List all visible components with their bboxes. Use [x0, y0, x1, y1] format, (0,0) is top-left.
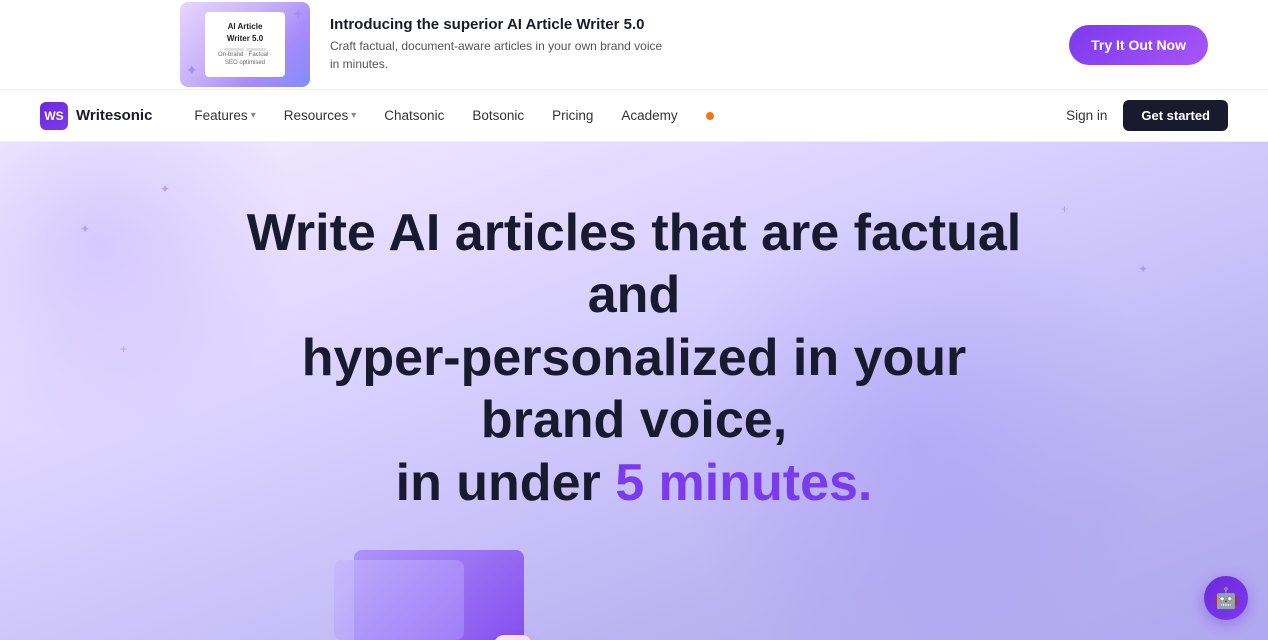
hero-title-line1: Write AI articles that are factual and: [247, 204, 1022, 324]
nav-botsonic[interactable]: Botsonic: [472, 108, 524, 123]
logo-text: Writesonic: [76, 107, 152, 124]
banner-mockup-image: AI Article Writer 5.0 On-brand · Factual…: [180, 2, 310, 87]
nav-links: Features ▾ Resources ▾ Chatsonic Botsoni…: [194, 108, 1034, 123]
hero-content: Write AI articles that are factual and h…: [0, 142, 1268, 514]
hero-title-highlight: 5 minutes.: [615, 454, 872, 512]
resources-chevron-icon: ▾: [351, 110, 356, 121]
mockup-sub: On-brand · Factual · SEO optimised: [211, 51, 279, 68]
nav-resources[interactable]: Resources ▾: [284, 108, 357, 123]
logo[interactable]: WS Writesonic: [40, 102, 152, 130]
hero-title: Write AI articles that are factual and h…: [234, 202, 1034, 514]
chatbot-button[interactable]: 🤖: [1204, 576, 1248, 620]
star-decoration-2: ✦: [186, 62, 198, 79]
get-started-button[interactable]: Get started: [1123, 100, 1228, 131]
features-chevron-icon: ▾: [251, 110, 256, 121]
nav-notification-dot: [706, 112, 714, 120]
main-navbar: WS Writesonic Features ▾ Resources ▾ Cha…: [0, 90, 1268, 142]
star-decoration-1: ✦: [292, 6, 304, 23]
sign-in-button[interactable]: Sign in: [1066, 108, 1107, 123]
hero-section: ✦ ✦ + + ✦ Write AI articles that are fac…: [0, 142, 1268, 640]
mockup-label-ai: AI Article: [228, 21, 263, 32]
hero-title-line2: hyper-personalized in your brand voice,: [302, 329, 967, 449]
announcement-banner: AI Article Writer 5.0 On-brand · Factual…: [0, 0, 1268, 90]
nav-chatsonic[interactable]: Chatsonic: [384, 108, 444, 123]
nav-actions: Sign in Get started: [1066, 100, 1228, 131]
banner-text: Introducing the superior AI Article Writ…: [330, 16, 670, 73]
logo-icon: WS: [40, 102, 68, 130]
nav-academy[interactable]: Academy: [621, 108, 677, 123]
purple-block-2: [334, 560, 464, 640]
pink-magic-badge: 🪄: [494, 635, 532, 640]
chatbot-icon: 🤖: [1214, 586, 1239, 611]
banner-title: Introducing the superior AI Article Writ…: [330, 16, 670, 33]
banner-description: Craft factual, document-aware articles i…: [330, 37, 670, 73]
nav-features[interactable]: Features ▾: [194, 108, 255, 123]
mockup-label-writer: Writer 5.0: [227, 33, 263, 44]
nav-pricing[interactable]: Pricing: [552, 108, 593, 123]
hero-title-line3-prefix: in under: [396, 454, 616, 512]
banner-cta-button[interactable]: Try It Out Now: [1069, 25, 1208, 65]
banner-left: AI Article Writer 5.0 On-brand · Factual…: [180, 2, 670, 87]
